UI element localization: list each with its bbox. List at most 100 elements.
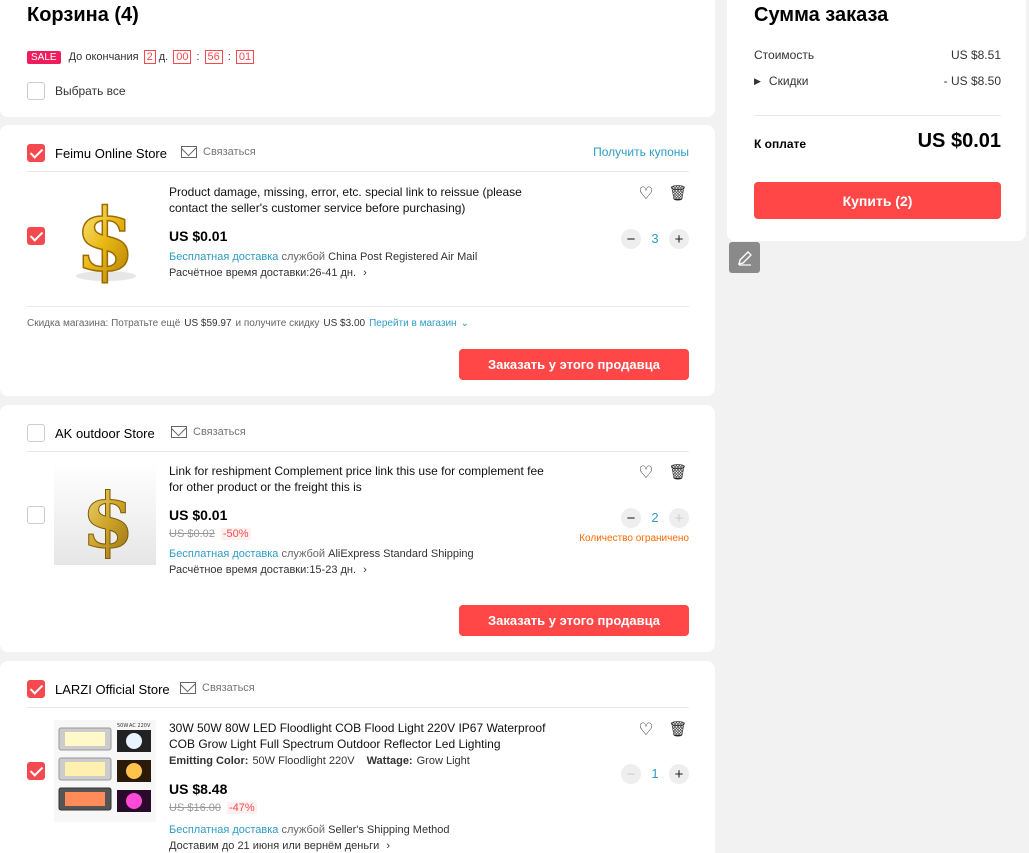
shipping-info: Бесплатная доставка службой Seller's Shi… <box>169 824 449 836</box>
product-attributes[interactable]: Emitting Color: 50W Floodlight 220V Watt… <box>169 755 470 767</box>
free-shipping-label[interactable]: Бесплатная доставка <box>169 548 278 560</box>
order-from-seller-button[interactable]: Заказать у этого продавца <box>459 349 689 380</box>
delivery-eta[interactable]: Расчётное время доставки:15-23 дн. › <box>169 564 367 576</box>
store-card: Feimu Online Store Связаться Получить ку… <box>0 125 715 396</box>
divider <box>754 115 1001 116</box>
buy-button[interactable]: Купить (2) <box>754 182 1001 219</box>
svg-text:$: $ <box>82 476 135 565</box>
discount-mid: и получите скидку <box>235 318 320 329</box>
attr-label: Emitting Color: <box>169 755 249 767</box>
product-title[interactable]: 30W 50W 80W LED Floodlight COB Flood Lig… <box>169 720 561 752</box>
by-service-label: службой <box>281 824 326 836</box>
item-checkbox[interactable] <box>27 227 45 245</box>
total-label: К оплате <box>754 137 807 151</box>
store-checkbox[interactable] <box>27 424 45 442</box>
order-summary-card: Сумма заказа Стоимость US $8.51 ▶ Скидки… <box>727 0 1026 241</box>
divider <box>27 306 689 307</box>
store-name[interactable]: AK outdoor Store <box>55 426 155 441</box>
store-card: LARZI Official Store Связаться 50W AC 22… <box>0 661 715 853</box>
qty-value[interactable]: 3 <box>645 231 665 246</box>
eta-value: 15-23 дн. <box>309 564 357 576</box>
wishlist-heart-icon[interactable]: ♡ <box>636 184 656 204</box>
store-checkbox[interactable] <box>27 144 45 162</box>
delivery-suffix: или вернём деньги <box>282 840 380 852</box>
qty-decrease-button[interactable]: − <box>621 508 641 528</box>
discount-value: US $3.00 <box>323 318 366 329</box>
countdown-label: До окончания <box>68 51 139 63</box>
eta-label: Расчётное время доставки: <box>169 564 310 576</box>
delete-trash-icon[interactable]: 🗑 <box>668 184 688 204</box>
delete-trash-icon[interactable]: 🗑 <box>668 463 688 483</box>
store-checkbox[interactable] <box>27 680 45 698</box>
price-discount: US $16.00 -47% <box>169 802 257 814</box>
summary-title: Сумма заказа <box>754 4 889 26</box>
product-title[interactable]: Product damage, missing, error, etc. spe… <box>169 184 561 216</box>
edit-pencil-icon[interactable] <box>729 242 760 273</box>
delete-trash-icon[interactable]: 🗑 <box>668 720 688 740</box>
discount-badge: -47% <box>226 802 257 814</box>
wishlist-heart-icon[interactable]: ♡ <box>636 720 656 740</box>
attr-label: Wattage: <box>366 755 413 767</box>
countdown-days-unit: д. <box>158 51 169 63</box>
shipping-service: China Post Registered Air Mail <box>328 251 478 263</box>
product-price: US $0.01 <box>169 228 228 244</box>
select-all-label[interactable]: Выбрать все <box>55 84 126 98</box>
thumb-label-wattage: 50W <box>117 723 128 729</box>
delivery-prefix: Доставим до <box>169 840 235 852</box>
contact-seller-link[interactable]: Связаться <box>171 426 246 438</box>
store-name[interactable]: LARZI Official Store <box>55 682 170 697</box>
by-service-label: службой <box>281 251 326 263</box>
chevron-right-icon: › <box>386 840 390 852</box>
sale-countdown: SALE До окончания 2 д. 00: 56: 01 <box>27 50 255 64</box>
thumb-label-voltage: AC 220V <box>129 723 151 729</box>
qty-decrease-button[interactable]: − <box>621 764 641 784</box>
divider <box>27 707 689 708</box>
chevron-right-icon: › <box>363 267 367 279</box>
qty-increase-button[interactable]: + <box>669 764 689 784</box>
qty-value[interactable]: 2 <box>645 510 665 525</box>
delivery-guarantee[interactable]: Доставим до 21 июня или вернём деньги › <box>169 840 390 852</box>
free-shipping-label[interactable]: Бесплатная доставка <box>169 824 278 836</box>
contact-seller-link[interactable]: Связаться <box>180 682 255 694</box>
product-image[interactable]: $ <box>54 463 156 565</box>
store-card: AK outdoor Store Связаться $ Link for re… <box>0 405 715 652</box>
get-coupons-link[interactable]: Получить купоны <box>593 145 689 159</box>
qty-decrease-button[interactable]: − <box>621 229 641 249</box>
qty-value[interactable]: 1 <box>645 766 665 781</box>
item-checkbox[interactable] <box>27 506 45 524</box>
caret-right-icon: ▶ <box>754 75 761 86</box>
qty-increase-button[interactable]: + <box>669 508 689 528</box>
svg-text:$: $ <box>75 190 135 286</box>
eta-value: 26-41 дн. <box>309 267 357 279</box>
store-discount-info: Скидка магазина: Потратьте ещё US $59.97… <box>27 318 469 329</box>
free-shipping-label[interactable]: Бесплатная доставка <box>169 251 278 263</box>
delivery-eta[interactable]: Расчётное время доставки:26-41 дн. › <box>169 267 367 279</box>
product-title[interactable]: Link for reshipment Complement price lin… <box>169 463 561 495</box>
contact-label: Связаться <box>202 682 255 694</box>
discount-badge: -50% <box>220 528 251 540</box>
contact-label: Связаться <box>193 426 246 438</box>
store-name[interactable]: Feimu Online Store <box>55 146 167 161</box>
order-from-seller-button[interactable]: Заказать у этого продавца <box>459 605 689 636</box>
select-all-checkbox[interactable] <box>27 82 45 100</box>
countdown-seconds: 01 <box>235 50 255 64</box>
wishlist-heart-icon[interactable]: ♡ <box>636 463 656 483</box>
discounts-toggle[interactable]: ▶ Скидки <box>754 74 809 88</box>
chevron-right-icon: › <box>363 564 367 576</box>
contact-seller-link[interactable]: Связаться <box>181 146 256 158</box>
product-image[interactable]: 50W AC 220V <box>54 720 156 822</box>
mail-icon <box>181 146 197 158</box>
contact-label: Связаться <box>203 146 256 158</box>
sale-badge: SALE <box>27 50 61 64</box>
item-checkbox[interactable] <box>27 762 45 780</box>
qty-increase-button[interactable]: + <box>669 229 689 249</box>
go-to-store-link[interactable]: Перейти в магазин <box>369 318 457 329</box>
product-price: US $0.01 <box>169 507 228 523</box>
product-image[interactable]: $ <box>54 184 156 286</box>
price-discount: US $0.02 -50% <box>169 528 251 540</box>
attr-value: Grow Light <box>416 755 470 767</box>
shipping-info: Бесплатная доставка службой AliExpress S… <box>169 548 474 560</box>
countdown-minutes: 56 <box>204 50 223 64</box>
shipping-info: Бесплатная доставка службой China Post R… <box>169 251 477 263</box>
attr-value: 50W Floodlight 220V <box>252 755 355 767</box>
